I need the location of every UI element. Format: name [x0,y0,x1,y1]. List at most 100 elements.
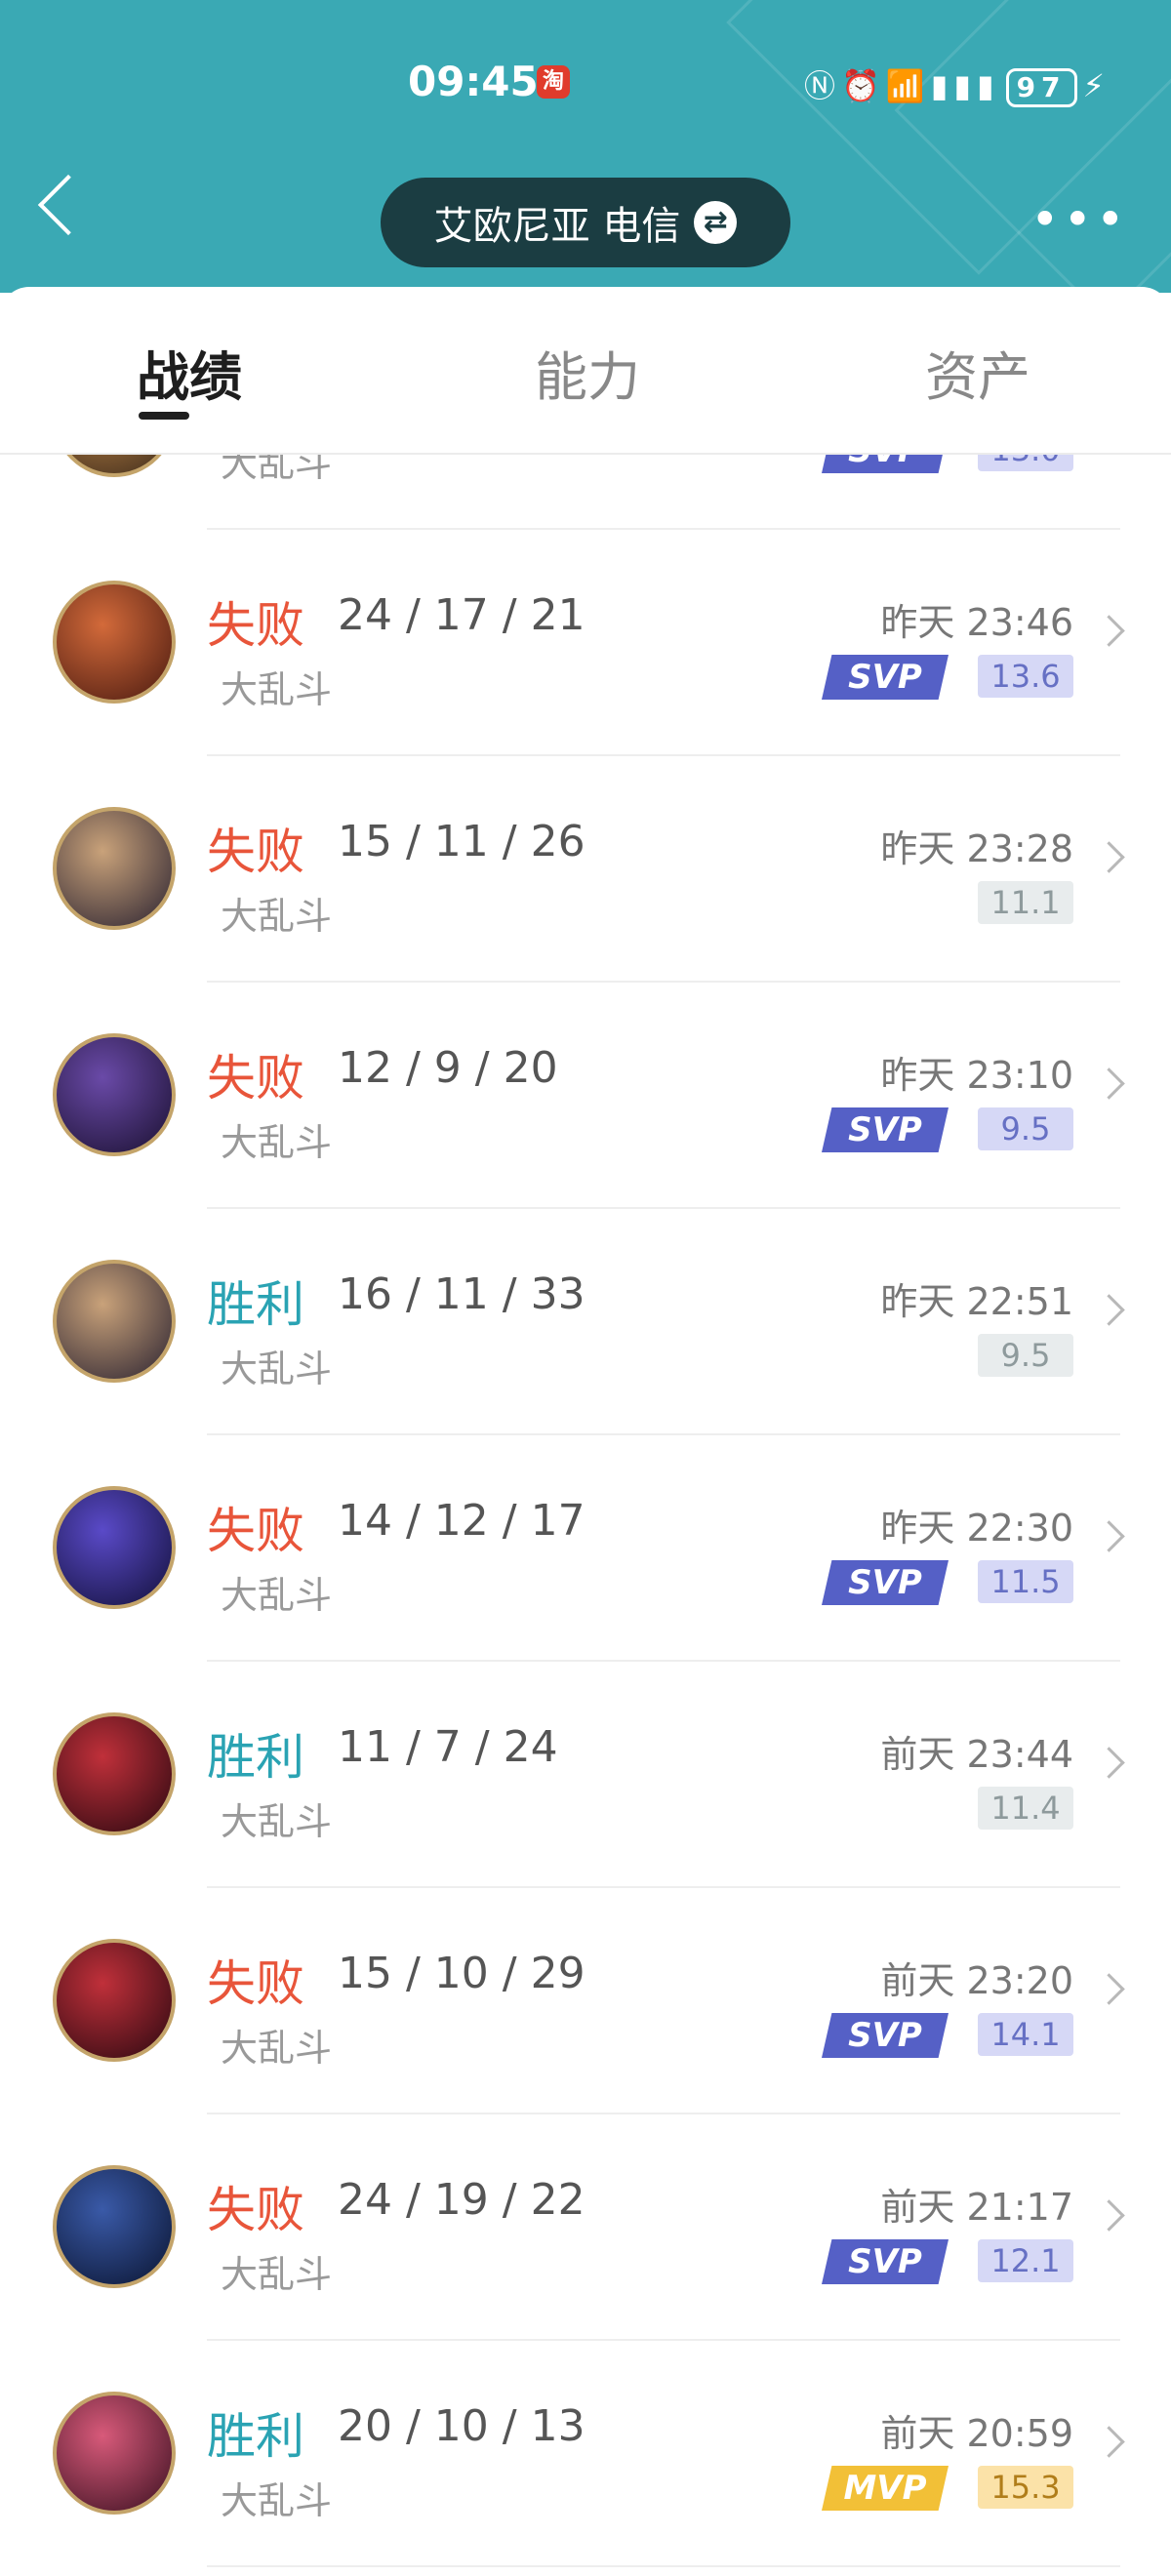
status-time: 09:45 [408,58,539,105]
chevron-right-icon [1093,1747,1125,1779]
match-result: 失败 [207,824,304,880]
chevron-right-icon [1093,1067,1125,1100]
match-row[interactable]: 失败 12 / 9 / 20 大乱斗 昨天 23:10 SVP 9.5 [0,983,1171,1209]
match-kda: 12 / 9 / 20 [338,1043,558,1093]
more-button[interactable]: ••• [1030,195,1128,244]
match-mode: 大乱斗 [221,2253,333,2296]
match-row[interactable]: 胜利 20 / 10 / 13 大乱斗 前天 20:59 MVP 15.3 [0,2341,1171,2567]
match-time: 前天 21:17 [880,2186,1073,2229]
status-icons: Ⓝ⏰📶▮▮▮ 97 ⚡ [804,61,1110,107]
match-mode: 大乱斗 [221,1121,333,1164]
svp-badge: SVP [822,1107,949,1152]
svp-badge: SVP [822,452,949,473]
tab-records[interactable]: 战绩 [137,334,242,411]
chevron-right-icon [1093,1973,1125,2005]
match-score: 13.6 [978,655,1073,698]
match-row[interactable]: 失败 14 / 12 / 17 大乱斗 昨天 22:30 SVP 11.5 [0,1435,1171,1662]
match-row[interactable]: 胜利 16 / 11 / 33 大乱斗 昨天 22:51 9.5 [0,1209,1171,1435]
charging-icon: ⚡ [1082,67,1110,104]
chevron-right-icon [1093,2199,1125,2232]
match-time: 前天 20:59 [880,2412,1073,2455]
chevron-right-icon [1093,1520,1125,1552]
chevron-right-icon [1093,615,1125,647]
tab-bar: 战绩 能力 资产 [0,287,1171,455]
match-kda: 11 / 7 / 24 [338,1722,558,1772]
champion-avatar [53,2392,176,2515]
match-result: 失败 [207,1955,304,2012]
match-result: 失败 [207,1503,304,1559]
match-row[interactable]: 失败 24 / 17 / 21 大乱斗 昨天 23:46 SVP 13.6 [0,530,1171,756]
match-score: 13.0 [978,452,1073,471]
match-time: 昨天 22:30 [880,1507,1073,1550]
match-score: 9.5 [978,1107,1073,1150]
swap-arrows-icon: ⇄ [694,201,738,244]
active-tab-indicator [139,412,189,420]
match-result: 胜利 [207,2408,304,2465]
champion-avatar [53,1939,176,2062]
svp-badge: SVP [822,1560,949,1605]
match-mode: 大乱斗 [221,2479,333,2522]
champion-avatar [53,1033,176,1156]
match-score: 9.5 [978,1334,1073,1377]
tab-assets[interactable]: 资产 [925,334,1030,411]
match-kda: 24 / 17 / 21 [338,590,586,640]
match-list[interactable]: 失败大乱斗SVP13.0失败24 / 17 / 21大乱斗昨天 23:46SVP… [0,452,1171,2576]
match-result: 胜利 [207,1729,304,1786]
battery-icon: 97 [1005,68,1077,107]
match-score: 14.1 [978,2013,1073,2056]
svp-badge: SVP [822,655,949,700]
champion-avatar [53,1260,176,1383]
champion-avatar [53,1486,176,1609]
match-kda: 16 / 11 / 33 [338,1269,586,1319]
champion-avatar [53,452,176,477]
match-row[interactable]: 失败大乱斗SVP13.0 [0,452,1171,530]
match-time: 前天 23:20 [880,1959,1073,2002]
match-score: 12.1 [978,2239,1073,2282]
tab-ability[interactable]: 能力 [535,334,640,411]
nfc-icon: Ⓝ [804,67,842,104]
chevron-right-icon [1093,2426,1125,2458]
wifi-icon: 📶 [885,67,931,104]
match-kda: 24 / 19 / 22 [338,2175,586,2225]
server-switch-button[interactable]: 艾欧尼亚 电信 ⇄ [381,178,790,267]
match-row[interactable]: 失败 15 / 11 / 26 大乱斗 昨天 23:28 11.1 [0,756,1171,983]
match-result: 失败 [207,1050,304,1107]
match-score: 11.5 [978,1560,1073,1603]
match-kda: 20 / 10 / 13 [338,2401,586,2451]
match-time: 前天 23:44 [880,1733,1073,1776]
chevron-right-icon [1093,841,1125,873]
match-row[interactable]: 失败 15 / 10 / 29 大乱斗 前天 23:20 SVP 14.1 [0,1888,1171,2114]
match-time: 昨天 23:46 [880,601,1073,644]
chevron-right-icon [1093,1294,1125,1326]
status-bar: 09:45 淘 Ⓝ⏰📶▮▮▮ 97 ⚡ [0,54,1171,112]
champion-avatar [53,2165,176,2288]
match-mode: 大乱斗 [221,1800,333,1843]
match-mode: 大乱斗 [221,895,333,938]
taobao-icon: 淘 [537,65,570,99]
match-time: 昨天 23:10 [880,1054,1073,1097]
match-mode: 大乱斗 [221,1348,333,1390]
match-mode: 大乱斗 [221,1574,333,1617]
match-result: 失败 [207,597,304,654]
alarm-icon: ⏰ [841,67,886,104]
back-button[interactable] [37,174,100,236]
match-result: 失败 [207,2182,304,2238]
match-kda: 15 / 10 / 29 [338,1949,586,1998]
match-score: 11.1 [978,881,1073,924]
mvp-badge: MVP [822,2466,949,2511]
champion-avatar [53,807,176,930]
app-header: 09:45 淘 Ⓝ⏰📶▮▮▮ 97 ⚡ 艾欧尼亚 电信 ⇄ ••• [0,0,1171,293]
match-time: 昨天 23:28 [880,827,1073,870]
row-divider [207,2565,1120,2567]
match-row[interactable]: 胜利 11 / 7 / 24 大乱斗 前天 23:44 11.4 [0,1662,1171,1888]
champion-avatar [53,1712,176,1835]
match-result: 胜利 [207,1276,304,1333]
champion-avatar [53,581,176,704]
match-score: 15.3 [978,2466,1073,2509]
match-kda: 15 / 11 / 26 [338,817,586,866]
match-row[interactable]: 失败 24 / 19 / 22 大乱斗 前天 21:17 SVP 12.1 [0,2114,1171,2341]
match-mode: 大乱斗 [221,2027,333,2070]
svp-badge: SVP [822,2013,949,2058]
match-score: 11.4 [978,1787,1073,1830]
svp-badge: SVP [822,2239,949,2284]
